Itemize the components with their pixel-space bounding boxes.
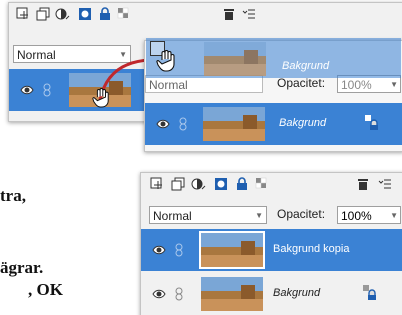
layer-name: Bakgrund: [279, 117, 327, 129]
opacity-input[interactable]: 100% ▼: [337, 206, 401, 224]
layer-row-bakgrund[interactable]: Bakgrund: [141, 273, 402, 315]
chevron-down-icon: ▼: [255, 211, 263, 220]
duplicate-layer-icon[interactable]: [170, 176, 185, 191]
blend-mode-value: Normal: [149, 78, 188, 92]
panel-menu-icon[interactable]: [377, 176, 392, 191]
link-icon[interactable]: [179, 117, 187, 131]
blend-mode-value: Normal: [153, 209, 192, 223]
layers-panel-result: Normal ▼ Opacitet: 100% ▼ Bakgrund kopia…: [140, 172, 402, 315]
hand-cursor-icon: [156, 50, 175, 72]
trash-icon[interactable]: [355, 176, 370, 191]
chevron-down-icon: ▼: [390, 211, 398, 220]
drag-ghost: Bakgrund: [146, 38, 401, 78]
link-icon[interactable]: [175, 243, 183, 257]
layer-thumbnail: [199, 231, 265, 269]
layer-name: Bakgrund: [273, 287, 321, 299]
eye-icon[interactable]: [152, 244, 166, 256]
mask-icon[interactable]: [213, 176, 228, 191]
lock-icon: [363, 285, 376, 300]
adjustment-icon[interactable]: [191, 176, 206, 191]
layers-toolbar: [141, 173, 402, 195]
eye-icon[interactable]: [152, 288, 166, 300]
page: { "panel1": {"blend_mode": "Normal"}, "p…: [0, 0, 402, 315]
layer-thumbnail: [203, 107, 265, 141]
layer-name: Bakgrund kopia: [273, 243, 350, 255]
lock-icon[interactable]: [234, 176, 249, 191]
drag-ghost-label: Bakgrund: [282, 60, 330, 72]
lock-transparency-icon[interactable]: [254, 176, 269, 191]
new-layer-icon[interactable]: [149, 176, 164, 191]
body-text-line: , OK: [28, 280, 63, 299]
layer-row-bakgrund-kopia[interactable]: Bakgrund kopia: [141, 229, 402, 271]
body-text-line: ägrar.: [0, 258, 44, 277]
opacity-label: Opacitet:: [277, 76, 326, 90]
blend-mode-select[interactable]: Normal ▼: [149, 206, 267, 224]
layer-row-bakgrund[interactable]: Bakgrund: [145, 103, 402, 145]
chevron-down-icon: ▼: [390, 80, 398, 89]
opacity-value: 100%: [341, 209, 372, 223]
opacity-value: 100%: [341, 78, 372, 92]
opacity-label: Opacitet:: [277, 207, 326, 221]
lock-icon: [365, 115, 378, 130]
layer-thumbnail: [204, 42, 266, 76]
layer-thumbnail: [201, 277, 263, 311]
hand-cursor-icon: [92, 88, 109, 108]
link-icon[interactable]: [175, 287, 183, 301]
body-text-line: tra,: [0, 186, 26, 205]
eye-icon[interactable]: [156, 118, 170, 130]
